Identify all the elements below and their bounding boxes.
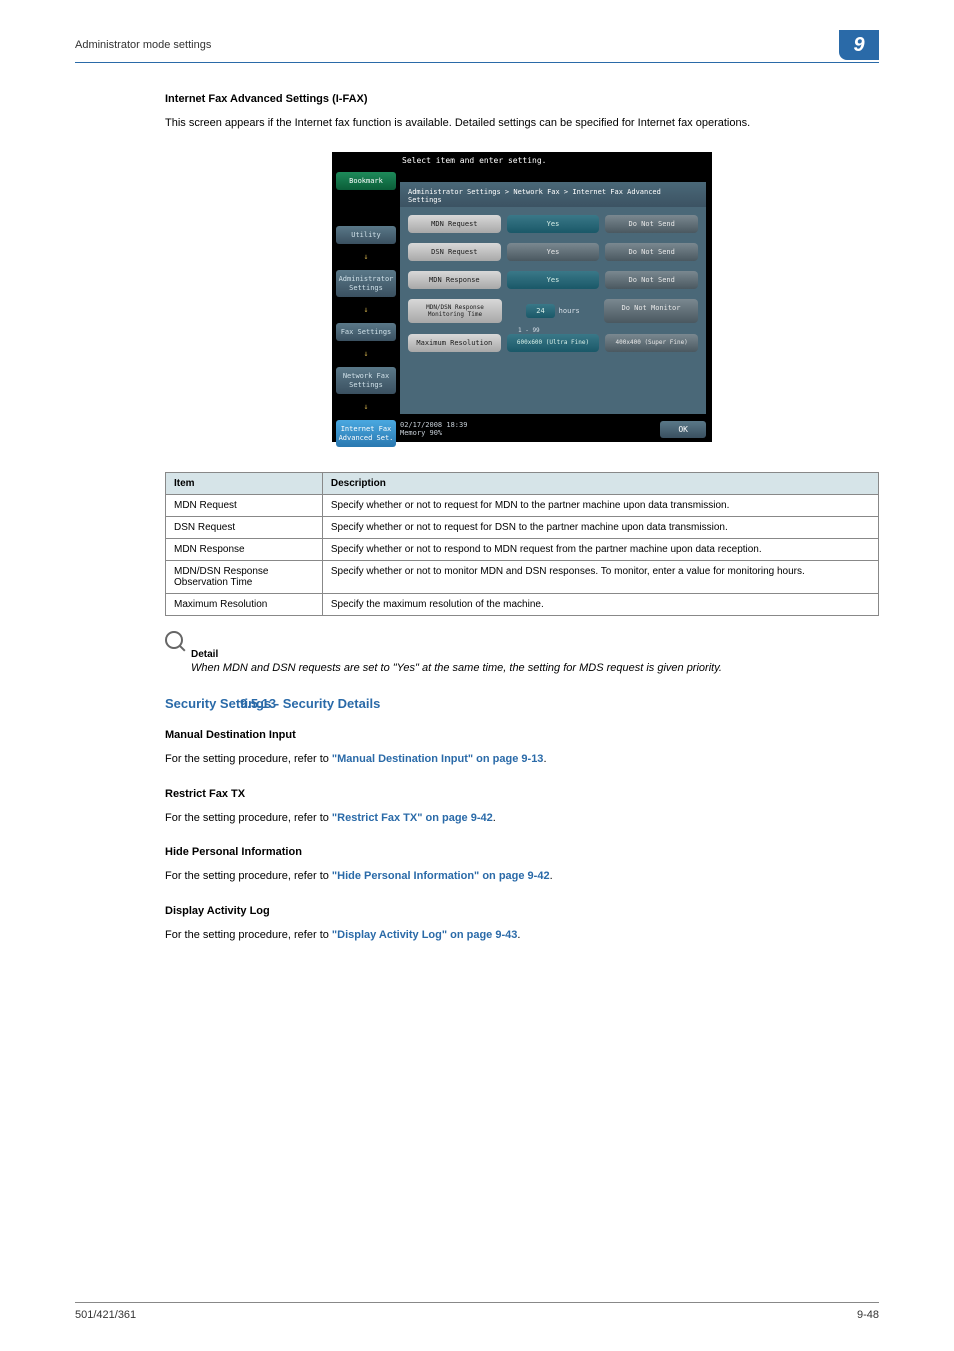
table-cell-desc: Specify whether or not to request for MD… [322,494,878,516]
dsn-request-no[interactable]: Do Not Send [605,243,698,261]
table-cell-item: MDN Response [166,538,323,560]
resolution-super[interactable]: 400x400 (Super Fine) [605,334,698,352]
subsection-heading: Restrict Fax TX [165,788,879,800]
table-cell-desc: Specify whether or not to monitor MDN an… [322,560,878,593]
table-cell-item: Maximum Resolution [166,593,323,615]
link-display-activity[interactable]: "Display Activity Log" on page 9-43 [332,929,517,941]
arrow-icon: ↓ [336,252,396,262]
footer-memory: Memory 90% [400,429,467,437]
arrow-icon: ↓ [336,305,396,315]
subsection-heading: Manual Destination Input [165,729,879,741]
link-prefix: For the setting procedure, refer to [165,753,332,765]
table-cell-item: DSN Request [166,516,323,538]
table-header-item: Item [166,472,323,494]
hours-range: 1 - 99 [408,327,698,334]
hours-value[interactable]: 24 [526,304,554,318]
subsection-hide-personal: Hide Personal Information For the settin… [165,846,879,885]
table-row: MDN Response Specify whether or not to r… [166,538,879,560]
table-cell-desc: Specify the maximum resolution of the ma… [322,593,878,615]
mdn-request-label: MDN Request [408,215,501,233]
resolution-ultra[interactable]: 600x600 (Ultra Fine) [507,334,600,352]
footer-right: 9-48 [857,1309,879,1321]
mdn-response-yes[interactable]: Yes [507,271,600,289]
settings-screenshot: Select item and enter setting. Administr… [332,152,712,442]
screenshot-footer: 02/17/2008 18:39 Memory 90% OK [400,421,706,438]
footer-left: 501/421/361 [75,1309,136,1321]
link-prefix: For the setting procedure, refer to [165,870,332,882]
table-row: MDN Request Specify whether or not to re… [166,494,879,516]
left-nav: Bookmark Utility ↓ Administrator Setting… [336,172,396,448]
link-hide-personal[interactable]: "Hide Personal Information" on page 9-42 [332,870,550,882]
table-cell-desc: Specify whether or not to request for DS… [322,516,878,538]
link-suffix: . [550,870,553,882]
detail-block: Detail When MDN and DSN requests are set… [165,631,879,677]
nav-utility[interactable]: Utility [336,226,396,244]
mdn-dsn-label: MDN/DSN Response Monitoring Time [408,299,502,323]
table-header-desc: Description [322,472,878,494]
do-not-monitor[interactable]: Do Not Monitor [604,299,698,323]
link-restrict-fax[interactable]: "Restrict Fax TX" on page 9-42 [332,812,493,824]
footer-datetime: 02/17/2008 18:39 [400,421,467,429]
table-row: MDN/DSN Response Observation Time Specif… [166,560,879,593]
arrow-icon: ↓ [336,402,396,412]
table-row: DSN Request Specify whether or not to re… [166,516,879,538]
hours-unit: hours [559,307,580,315]
magnifier-icon [165,631,183,649]
dsn-request-label: DSN Request [408,243,501,261]
subsection-display-activity: Display Activity Log For the setting pro… [165,905,879,944]
nav-fax[interactable]: Fax Settings [336,323,396,341]
nav-ifax[interactable]: Internet Fax Advanced Set. [336,420,396,447]
link-prefix: For the setting procedure, refer to [165,812,332,824]
section-body-ifax: This screen appears if the Internet fax … [165,115,879,132]
page-number-badge: 9 [839,30,879,60]
link-prefix: For the setting procedure, refer to [165,929,332,941]
subsection-heading: Hide Personal Information [165,846,879,858]
page-footer: 501/421/361 9-48 [75,1302,879,1321]
screenshot-instruction: Select item and enter setting. [332,152,712,169]
max-resolution-label: Maximum Resolution [408,334,501,352]
detail-label: Detail [191,649,879,660]
header-breadcrumb: Administrator mode settings [75,39,211,51]
mdn-response-no[interactable]: Do Not Send [605,271,698,289]
section-heading-ifax: Internet Fax Advanced Settings (I-FAX) [165,93,879,105]
main-panel: MDN Request Yes Do Not Send DSN Request … [400,207,706,414]
mdn-request-yes[interactable]: Yes [507,215,600,233]
section-number: 9.5.13 [240,696,276,711]
subsection-heading: Display Activity Log [165,905,879,917]
subsection-restrict-fax: Restrict Fax TX For the setting procedur… [165,788,879,827]
table-cell-item: MDN/DSN Response Observation Time [166,560,323,593]
table-cell-item: MDN Request [166,494,323,516]
dsn-request-yes[interactable]: Yes [507,243,600,261]
nav-netfax[interactable]: Network Fax Settings [336,367,396,394]
nav-bookmark[interactable]: Bookmark [336,172,396,190]
link-suffix: . [493,812,496,824]
table-row: Maximum Resolution Specify the maximum r… [166,593,879,615]
header-divider [75,62,879,63]
mdn-response-label: MDN Response [408,271,501,289]
subsection-manual-destination: Manual Destination Input For the setting… [165,729,879,768]
table-cell-desc: Specify whether or not to respond to MDN… [322,538,878,560]
link-suffix: . [517,929,520,941]
nav-admin[interactable]: Administrator Settings [336,270,396,297]
detail-text: When MDN and DSN requests are set to "Ye… [191,660,879,677]
settings-table: Item Description MDN Request Specify whe… [165,472,879,616]
arrow-icon: ↓ [336,349,396,359]
mdn-request-no[interactable]: Do Not Send [605,215,698,233]
screenshot-breadcrumb: Administrator Settings > Network Fax > I… [400,182,706,210]
ok-button[interactable]: OK [660,421,706,438]
link-suffix: . [543,753,546,765]
link-manual-destination[interactable]: "Manual Destination Input" on page 9-13 [332,753,544,765]
